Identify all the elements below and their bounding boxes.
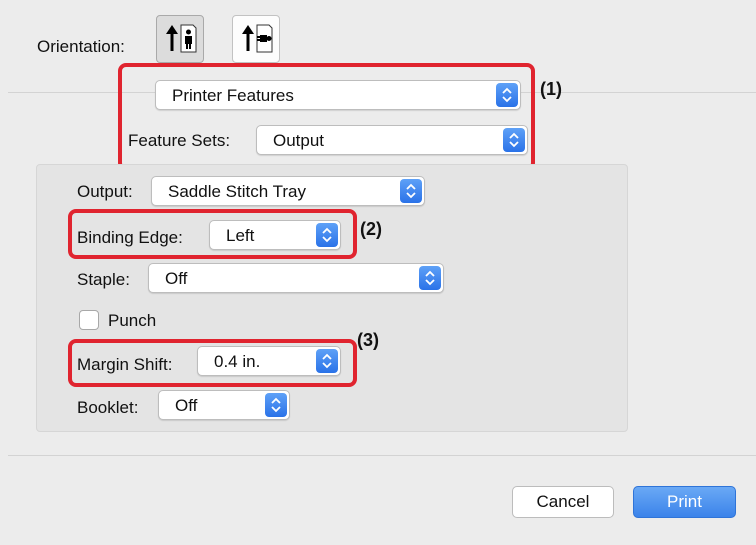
- binding-edge-label: Binding Edge:: [77, 228, 183, 247]
- callout-1: (1): [540, 79, 562, 99]
- punch-checkbox[interactable]: [79, 310, 99, 330]
- output-label: Output:: [77, 182, 133, 201]
- staple-value: Off: [165, 269, 188, 288]
- panel-select[interactable]: Printer Features: [155, 80, 521, 110]
- chevron-updown-icon: [496, 83, 518, 107]
- margin-shift-label: Margin Shift:: [77, 355, 173, 374]
- punch-label: Punch: [108, 311, 157, 330]
- callout-3: (3): [357, 330, 379, 350]
- booklet-select[interactable]: Off: [158, 390, 290, 420]
- staple-select[interactable]: Off: [148, 263, 444, 293]
- output-select[interactable]: Saddle Stitch Tray: [151, 176, 425, 206]
- print-button[interactable]: Print: [633, 486, 736, 518]
- portrait-icon: [166, 24, 197, 53]
- feature-sets-value: Output: [273, 131, 325, 150]
- cancel-button[interactable]: Cancel: [512, 486, 614, 518]
- chevron-updown-icon: [503, 128, 525, 152]
- booklet-label: Booklet:: [77, 398, 139, 417]
- margin-shift-select[interactable]: 0.4 in.: [197, 346, 341, 376]
- staple-label: Staple:: [77, 270, 130, 289]
- chevron-updown-icon: [419, 266, 441, 290]
- portrait-orientation-button[interactable]: [156, 15, 204, 63]
- chevron-updown-icon: [400, 179, 422, 203]
- chevron-updown-icon: [316, 223, 338, 247]
- binding-edge-value: Left: [226, 226, 255, 245]
- landscape-icon: [242, 24, 273, 53]
- output-value: Saddle Stitch Tray: [168, 182, 306, 201]
- callout-2: (2): [360, 219, 382, 239]
- panel-select-value: Printer Features: [172, 86, 294, 105]
- divider-bottom: [8, 455, 756, 456]
- landscape-orientation-button[interactable]: [232, 15, 280, 63]
- feature-sets-label: Feature Sets:: [128, 131, 231, 150]
- feature-sets-select[interactable]: Output: [256, 125, 528, 155]
- margin-shift-value: 0.4 in.: [214, 352, 261, 371]
- binding-edge-select[interactable]: Left: [209, 220, 341, 250]
- booklet-value: Off: [175, 396, 198, 415]
- chevron-updown-icon: [265, 393, 287, 417]
- chevron-updown-icon: [316, 349, 338, 373]
- orientation-label: Orientation:: [37, 37, 125, 56]
